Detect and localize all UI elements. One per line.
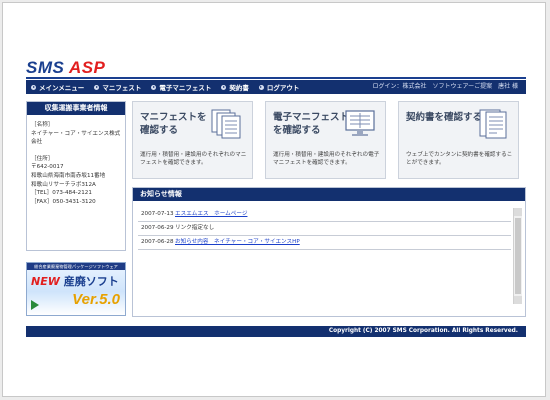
- contract-document-icon: [479, 109, 507, 139]
- nav-contract[interactable]: 契約書: [216, 82, 254, 92]
- scroll-up-icon[interactable]: [514, 208, 522, 216]
- notice-date: 2007-06-29: [141, 225, 174, 231]
- e-manifest-card-title: 電子マニフェスト を確認する: [273, 112, 350, 136]
- document-stack-icon: [211, 109, 241, 139]
- address-line-1: 和歌山県海南市南赤坂11番地: [31, 172, 106, 179]
- nav-bullet-icon: [94, 84, 100, 90]
- sms-asp-logo[interactable]: SMS ASP: [26, 59, 105, 76]
- notice-item: 2007-06-28 お知らせ内容 ネイチャー・コア・サイエンスHP: [138, 236, 511, 250]
- manifest-card-title: マニフェストを 確認する: [140, 112, 207, 136]
- login-status: ログイン：株式会社 ソフトウェアーご提案 唐社 様: [372, 83, 518, 90]
- notice-item: 2007-07-13 エスエムエス ホームページ: [138, 208, 511, 222]
- nav-manifest[interactable]: マニフェスト: [89, 82, 146, 92]
- footer-copyright: Copyright (C) 2007 SMS Corporation. All …: [26, 326, 526, 337]
- notice-header: お知らせ情報: [133, 188, 525, 201]
- notice-scrollbar[interactable]: [513, 208, 522, 304]
- banner-arrow-icon: [31, 300, 39, 310]
- manifest-card-desc: 運行用・積替用・建設用のそれぞれのマニ フェストを確認できます。: [140, 152, 247, 167]
- operator-info-panel: 収集運搬事業者情報 ［名称］ ネイチャー・コア・サイエンス株式 会社 ［住所］ …: [26, 101, 126, 251]
- fax-number: ［FAX］050-3431-3120: [31, 198, 96, 205]
- contract-card[interactable]: 契約書を確認する ウェブ上でカンタンに契約書を確認するこ とができます。: [398, 101, 519, 179]
- address-label: ［住所］: [31, 155, 54, 162]
- banner-title: NEW 産廃ソフト: [31, 276, 119, 288]
- company-name-line-2: 会社: [31, 139, 43, 146]
- e-manifest-card[interactable]: 電子マニフェスト を確認する 運行用・積替用・建設用のそれぞれの電子 マニフェス…: [265, 101, 386, 179]
- notice-text: リンク指定なし: [175, 225, 215, 231]
- logo-underline: [26, 77, 526, 79]
- logo-sms: SMS: [26, 58, 65, 77]
- nav-bullet-icon: [258, 84, 264, 90]
- postal-code: 〒642-0017: [31, 164, 64, 171]
- notice-list: 2007-07-13 エスエムエス ホームページ 2007-06-29 リンク指…: [138, 208, 511, 250]
- nav-bullet-icon: [151, 84, 157, 90]
- nav-e-manifest[interactable]: 電子マニフェスト: [146, 82, 216, 92]
- operator-info-header: 収集運搬事業者情報: [27, 102, 125, 115]
- tel-number: ［TEL］073-484-2121: [31, 190, 92, 197]
- nav-main-menu[interactable]: メインメニュー: [26, 82, 89, 92]
- company-name-line-1: ネイチャー・コア・サイエンス株式: [31, 130, 121, 137]
- notice-panel: お知らせ情報 2007-07-13 エスエムエス ホームページ 2007-06-…: [132, 187, 526, 317]
- address-line-2: 和歌山リサーチラボ312A: [31, 181, 96, 188]
- nav-logout[interactable]: ログアウト: [254, 82, 305, 92]
- notice-date: 2007-07-13: [141, 211, 174, 217]
- manifest-card[interactable]: マニフェストを 確認する 運行用・積替用・建設用のそれぞれのマニ フェストを確認…: [132, 101, 253, 179]
- banner-version: Ver.5.0: [72, 291, 120, 308]
- scroll-down-icon[interactable]: [514, 296, 522, 304]
- monitor-icon: [345, 110, 375, 136]
- contract-card-title: 契約書を確認する: [406, 112, 483, 123]
- banner-new: NEW: [31, 275, 60, 288]
- scroll-thumb[interactable]: [515, 218, 521, 294]
- notice-item: 2007-06-29 リンク指定なし: [138, 222, 511, 236]
- banner-tagline: 総合産業廃棄物管理パッケージソフトウェア: [27, 263, 125, 270]
- e-manifest-card-desc: 運行用・積替用・建設用のそれぞれの電子 マニフェストを確認できます。: [273, 152, 380, 167]
- nav-bullet-icon: [31, 84, 36, 90]
- banner-product-name: 産廃ソフト: [63, 275, 119, 288]
- notice-date: 2007-06-28: [141, 239, 174, 245]
- notice-link[interactable]: エスエムエス ホームページ: [175, 208, 247, 221]
- operator-info-body: ［名称］ ネイチャー・コア・サイエンス株式 会社 ［住所］ 〒642-0017 …: [27, 115, 125, 206]
- contract-card-desc: ウェブ上でカンタンに契約書を確認するこ とができます。: [406, 152, 513, 167]
- main-nav: メインメニュー マニフェスト 電子マニフェスト 契約書 ログアウト ログイン：株…: [26, 80, 526, 94]
- name-label: ［名称］: [31, 122, 54, 128]
- logo-asp: ASP: [68, 58, 106, 77]
- notice-link[interactable]: お知らせ内容 ネイチャー・コア・サイエンスHP: [175, 236, 300, 249]
- product-banner[interactable]: 総合産業廃棄物管理パッケージソフトウェア NEW 産廃ソフト Ver.5.0: [26, 262, 126, 316]
- nav-bullet-icon: [221, 84, 227, 90]
